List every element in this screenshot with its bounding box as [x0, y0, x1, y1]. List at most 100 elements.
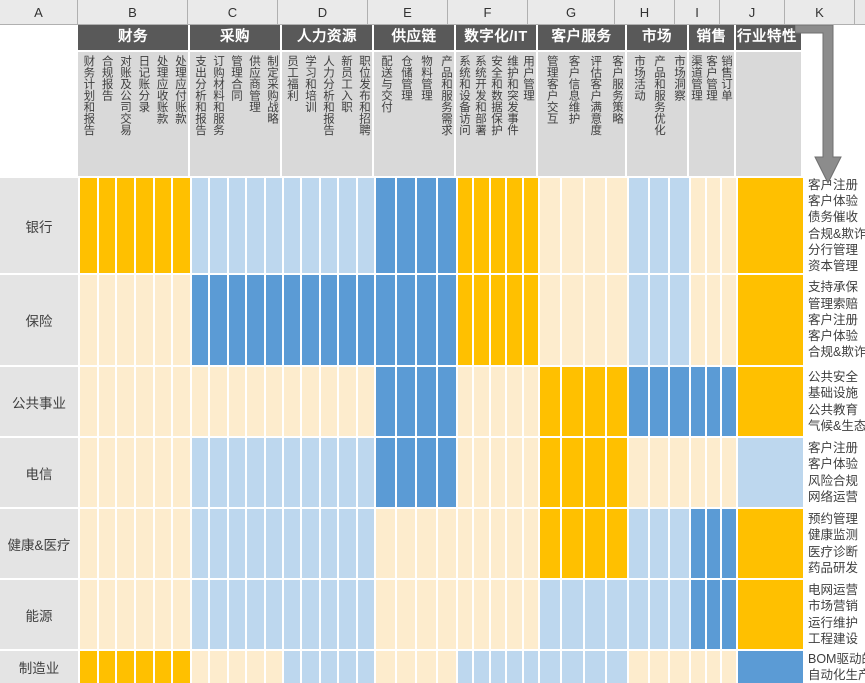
- heatmap-cell[interactable]: [284, 580, 303, 649]
- heatmap-cell[interactable]: [302, 178, 321, 273]
- heatmap-cell[interactable]: [247, 438, 266, 507]
- row-label-industry[interactable]: 电信: [0, 438, 78, 507]
- heatmap-cell[interactable]: [691, 580, 707, 649]
- heatmap-cell[interactable]: [584, 275, 607, 365]
- row-label-industry[interactable]: 保险: [0, 275, 78, 365]
- heatmap-cell[interactable]: [458, 509, 475, 578]
- heatmap-cell[interactable]: [562, 367, 585, 436]
- heatmap-cell[interactable]: [437, 275, 456, 365]
- heatmap-cell[interactable]: [540, 178, 563, 273]
- heatmap-cell[interactable]: [320, 275, 340, 365]
- heatmap-cell[interactable]: [173, 178, 191, 273]
- heatmap-cell[interactable]: [265, 651, 283, 683]
- heatmap-cell[interactable]: [396, 367, 417, 436]
- heatmap-cell[interactable]: [722, 651, 737, 683]
- heatmap-cell[interactable]: [265, 178, 283, 273]
- heatmap-cell[interactable]: [649, 178, 671, 273]
- column-letter-b[interactable]: B: [78, 0, 188, 24]
- heatmap-cell[interactable]: [474, 438, 491, 507]
- heatmap-cell[interactable]: [706, 367, 723, 436]
- heatmap-cell[interactable]: [284, 367, 303, 436]
- heatmap-cell[interactable]: [417, 275, 438, 365]
- heatmap-cell[interactable]: [228, 509, 248, 578]
- heatmap-cell[interactable]: [722, 178, 737, 273]
- heatmap-cell[interactable]: [154, 367, 174, 436]
- heatmap-cell[interactable]: [649, 651, 671, 683]
- heatmap-cell[interactable]: [284, 178, 303, 273]
- heatmap-cell[interactable]: [117, 580, 137, 649]
- heatmap-cell[interactable]: [210, 509, 229, 578]
- heatmap-cell[interactable]: [507, 178, 524, 273]
- heatmap-cell[interactable]: [458, 275, 475, 365]
- heatmap-cell[interactable]: [474, 275, 491, 365]
- heatmap-cell[interactable]: [357, 367, 375, 436]
- heatmap-cell[interactable]: [320, 438, 340, 507]
- heatmap-cell[interactable]: [265, 509, 283, 578]
- heatmap-cell[interactable]: [738, 367, 803, 436]
- heatmap-cell[interactable]: [629, 438, 650, 507]
- column-letter-e[interactable]: E: [368, 0, 448, 24]
- heatmap-cell[interactable]: [670, 178, 690, 273]
- heatmap-cell[interactable]: [210, 275, 229, 365]
- heatmap-cell[interactable]: [376, 438, 397, 507]
- heatmap-cell[interactable]: [584, 438, 607, 507]
- heatmap-cell[interactable]: [417, 178, 438, 273]
- heatmap-cell[interactable]: [173, 367, 191, 436]
- heatmap-cell[interactable]: [670, 509, 690, 578]
- heatmap-cell[interactable]: [396, 275, 417, 365]
- heatmap-cell[interactable]: [98, 367, 118, 436]
- heatmap-cell[interactable]: [376, 651, 397, 683]
- heatmap-cell[interactable]: [474, 580, 491, 649]
- heatmap-cell[interactable]: [649, 580, 671, 649]
- heatmap-cell[interactable]: [474, 509, 491, 578]
- heatmap-cell[interactable]: [192, 275, 211, 365]
- column-letter-k[interactable]: K: [785, 0, 855, 24]
- heatmap-cell[interactable]: [192, 438, 211, 507]
- heatmap-cell[interactable]: [722, 580, 737, 649]
- heatmap-cell[interactable]: [284, 651, 303, 683]
- heatmap-cell[interactable]: [606, 367, 627, 436]
- heatmap-cell[interactable]: [192, 367, 211, 436]
- heatmap-cell[interactable]: [210, 651, 229, 683]
- heatmap-cell[interactable]: [562, 509, 585, 578]
- heatmap-cell[interactable]: [136, 580, 155, 649]
- heatmap-cell[interactable]: [302, 438, 321, 507]
- heatmap-cell[interactable]: [490, 580, 508, 649]
- heatmap-cell[interactable]: [396, 651, 417, 683]
- heatmap-cell[interactable]: [192, 509, 211, 578]
- heatmap-cell[interactable]: [691, 367, 707, 436]
- heatmap-cell[interactable]: [80, 580, 99, 649]
- heatmap-cell[interactable]: [629, 178, 650, 273]
- heatmap-cell[interactable]: [376, 367, 397, 436]
- heatmap-cell[interactable]: [265, 438, 283, 507]
- heatmap-cell[interactable]: [540, 438, 563, 507]
- heatmap-cell[interactable]: [562, 178, 585, 273]
- column-letter-d[interactable]: D: [278, 0, 368, 24]
- heatmap-cell[interactable]: [284, 509, 303, 578]
- heatmap-cell[interactable]: [210, 367, 229, 436]
- heatmap-cell[interactable]: [357, 651, 375, 683]
- heatmap-cell[interactable]: [80, 178, 99, 273]
- heatmap-cell[interactable]: [396, 580, 417, 649]
- heatmap-cell[interactable]: [98, 651, 118, 683]
- heatmap-cell[interactable]: [562, 438, 585, 507]
- heatmap-cell[interactable]: [670, 580, 690, 649]
- heatmap-cell[interactable]: [173, 580, 191, 649]
- heatmap-cell[interactable]: [136, 509, 155, 578]
- heatmap-cell[interactable]: [670, 651, 690, 683]
- heatmap-cell[interactable]: [649, 367, 671, 436]
- heatmap-cell[interactable]: [458, 438, 475, 507]
- heatmap-cell[interactable]: [320, 367, 340, 436]
- heatmap-cell[interactable]: [629, 367, 650, 436]
- heatmap-cell[interactable]: [507, 367, 524, 436]
- heatmap-cell[interactable]: [490, 367, 508, 436]
- heatmap-cell[interactable]: [606, 275, 627, 365]
- heatmap-cell[interactable]: [228, 651, 248, 683]
- heatmap-cell[interactable]: [523, 275, 539, 365]
- heatmap-cell[interactable]: [691, 438, 707, 507]
- heatmap-cell[interactable]: [606, 438, 627, 507]
- heatmap-cell[interactable]: [649, 275, 671, 365]
- heatmap-cell[interactable]: [562, 275, 585, 365]
- heatmap-cell[interactable]: [706, 275, 723, 365]
- heatmap-cell[interactable]: [417, 367, 438, 436]
